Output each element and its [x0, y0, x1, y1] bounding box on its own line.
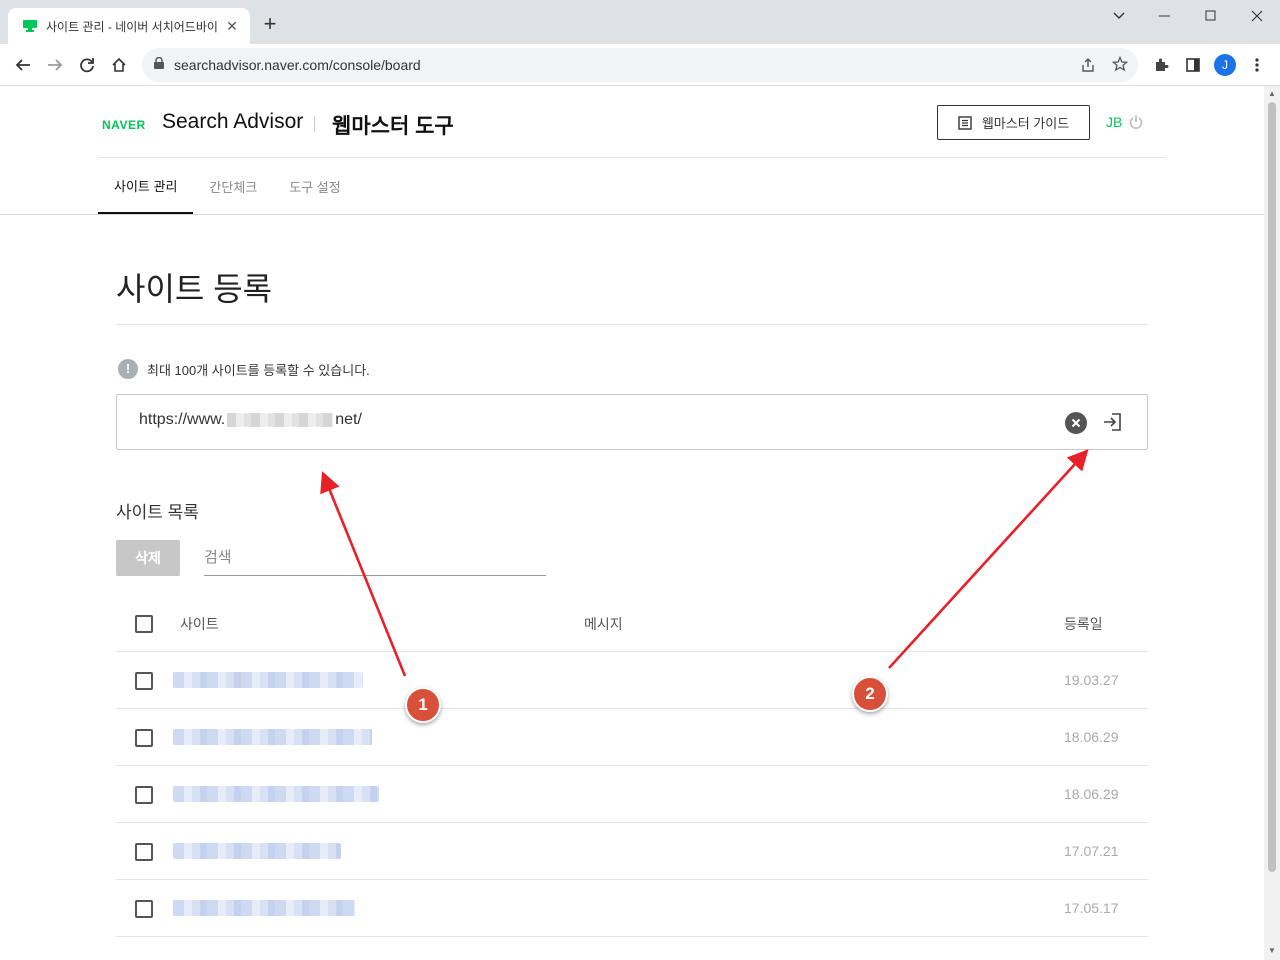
- tab-quick-check[interactable]: 간단체크: [193, 158, 273, 214]
- url-suffix: net/: [335, 411, 362, 428]
- site-table: 사이트 메시지 등록일 19.03.27 18.06.29 18.06.29 17.0…: [116, 595, 1148, 937]
- share-icon[interactable]: [1080, 57, 1096, 78]
- page-title: 사이트 등록: [116, 271, 273, 307]
- tab-search-icon[interactable]: [1096, 0, 1142, 32]
- scroll-down-icon[interactable]: ▼: [1267, 946, 1277, 956]
- row-date: 19.03.27: [1064, 672, 1119, 688]
- site-url-value[interactable]: https://www. net/: [139, 411, 362, 429]
- search-field[interactable]: [204, 540, 546, 576]
- home-icon[interactable]: [106, 52, 132, 78]
- webmaster-guide-button[interactable]: 웹마스터 가이드: [937, 105, 1090, 140]
- brand-divider: [314, 116, 315, 132]
- scroll-up-icon[interactable]: ▲: [1267, 89, 1277, 99]
- back-icon[interactable]: [10, 52, 36, 78]
- page-viewport: NAVER Search Advisor 웹마스터 도구 웹마스터 가이드 JB…: [0, 86, 1264, 960]
- new-tab-button[interactable]: +: [258, 12, 282, 36]
- redacted-site-link[interactable]: [173, 900, 355, 916]
- table-header: 사이트 메시지 등록일: [116, 595, 1148, 652]
- reload-icon[interactable]: [74, 52, 100, 78]
- url-text: searchadvisor.naver.com/console/board: [174, 57, 421, 73]
- table-row[interactable]: 18.06.29: [116, 766, 1148, 823]
- row-checkbox[interactable]: [135, 672, 153, 690]
- extensions-icon[interactable]: [1148, 52, 1174, 78]
- forward-icon[interactable]: [42, 52, 68, 78]
- nav-divider: [0, 214, 1264, 215]
- lock-icon: [154, 56, 164, 74]
- row-date: 18.06.29: [1064, 786, 1119, 802]
- favicon-icon: [22, 18, 38, 34]
- row-checkbox[interactable]: [135, 900, 153, 918]
- brand-name[interactable]: Search Advisor: [162, 110, 303, 134]
- page-scrollbar[interactable]: ▲ ▼: [1264, 86, 1280, 960]
- row-date: 17.07.21: [1064, 843, 1119, 859]
- profile-avatar[interactable]: J: [1214, 54, 1236, 76]
- browser-tab[interactable]: 사이트 관리 - 네이버 서치어드바이저 ✕: [8, 8, 250, 44]
- minimize-icon[interactable]: [1142, 0, 1188, 32]
- side-panel-icon[interactable]: [1180, 52, 1206, 78]
- row-date: 18.06.29: [1064, 729, 1119, 745]
- maximize-icon[interactable]: [1188, 0, 1234, 32]
- register-submit-icon[interactable]: [1101, 411, 1123, 433]
- browser-toolbar: searchadvisor.naver.com/console/board J: [0, 44, 1280, 86]
- redacted-site-link[interactable]: [173, 843, 341, 859]
- table-row[interactable]: 17.05.17: [116, 880, 1148, 937]
- bookmark-star-icon[interactable]: [1111, 55, 1129, 77]
- tab-strip: 사이트 관리 - 네이버 서치어드바이저 ✕ +: [0, 0, 1280, 44]
- row-date: 17.05.17: [1064, 900, 1119, 916]
- scroll-thumb[interactable]: [1268, 102, 1276, 872]
- redacted-site-link[interactable]: [173, 729, 372, 745]
- col-date-header: 등록일: [1064, 616, 1103, 632]
- table-row[interactable]: 17.07.21: [116, 823, 1148, 880]
- table-row[interactable]: 19.03.27: [116, 652, 1148, 709]
- info-icon: !: [118, 359, 138, 379]
- tab-tool-settings[interactable]: 도구 설정: [273, 158, 356, 214]
- brand-subtitle: 웹마스터 도구: [332, 115, 454, 138]
- guide-book-icon: [958, 115, 972, 130]
- search-input[interactable]: [204, 540, 546, 574]
- row-checkbox[interactable]: [135, 729, 153, 747]
- site-header: NAVER Search Advisor 웹마스터 도구 웹마스터 가이드 JB: [98, 86, 1166, 158]
- select-all-checkbox[interactable]: [135, 615, 153, 633]
- title-divider: [116, 324, 1148, 325]
- main-nav: 사이트 관리 간단체크 도구 설정: [98, 158, 357, 214]
- address-bar[interactable]: searchadvisor.naver.com/console/board: [142, 48, 1138, 82]
- url-prefix: https://www.: [139, 411, 226, 428]
- col-message-header: 메시지: [584, 616, 623, 632]
- col-site-header: 사이트: [180, 616, 219, 632]
- close-window-icon[interactable]: [1234, 0, 1280, 32]
- delete-button[interactable]: 삭제: [116, 540, 180, 576]
- table-row[interactable]: 18.06.29: [116, 709, 1148, 766]
- notice-text: 최대 100개 사이트를 등록할 수 있습니다.: [147, 362, 370, 378]
- site-url-input[interactable]: https://www. net/: [116, 394, 1148, 450]
- row-checkbox[interactable]: [135, 786, 153, 804]
- redacted-site-link[interactable]: [173, 672, 363, 688]
- tab-close-icon[interactable]: ✕: [224, 18, 240, 34]
- naver-logo[interactable]: NAVER: [102, 118, 146, 132]
- row-checkbox[interactable]: [135, 843, 153, 861]
- menu-kebab-icon[interactable]: [1244, 52, 1270, 78]
- clear-input-icon[interactable]: [1065, 412, 1087, 434]
- site-list-title: 사이트 목록: [116, 503, 199, 522]
- redacted-site-link[interactable]: [173, 786, 379, 802]
- guide-button-label: 웹마스터 가이드: [981, 116, 1070, 131]
- tab-title: 사이트 관리 - 네이버 서치어드바이저: [46, 19, 218, 34]
- notice: ! 최대 100개 사이트를 등록할 수 있습니다.: [118, 359, 370, 379]
- tab-site-management[interactable]: 사이트 관리: [98, 158, 194, 214]
- user-initials[interactable]: JB: [1106, 114, 1122, 130]
- redacted-domain: [227, 413, 334, 427]
- power-icon[interactable]: [1128, 114, 1144, 135]
